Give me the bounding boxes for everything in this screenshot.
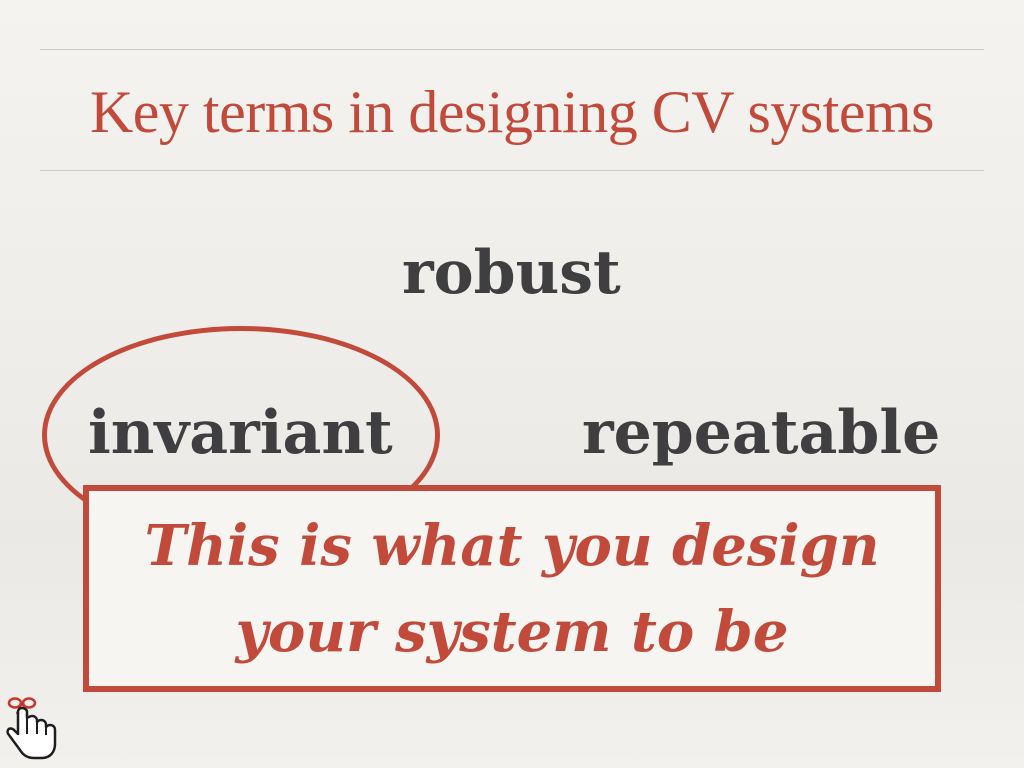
term-repeatable: repeatable: [582, 398, 941, 468]
slide-title: Key terms in designing CV systems: [89, 79, 935, 145]
hand-pointer-with-ribbon-icon[interactable]: [2, 694, 62, 764]
callout-line-1: This is what you design: [144, 512, 880, 579]
callout-text: This is what you design your system to b…: [89, 503, 935, 675]
slide: Key terms in designing CV systems robust…: [0, 0, 1024, 768]
top-rule: [40, 49, 984, 50]
term-robust: robust: [402, 238, 621, 308]
term-invariant: invariant: [88, 398, 393, 468]
bottom-rule: [40, 170, 984, 171]
callout-line-2: your system to be: [235, 598, 789, 665]
callout-box: This is what you design your system to b…: [83, 485, 941, 692]
